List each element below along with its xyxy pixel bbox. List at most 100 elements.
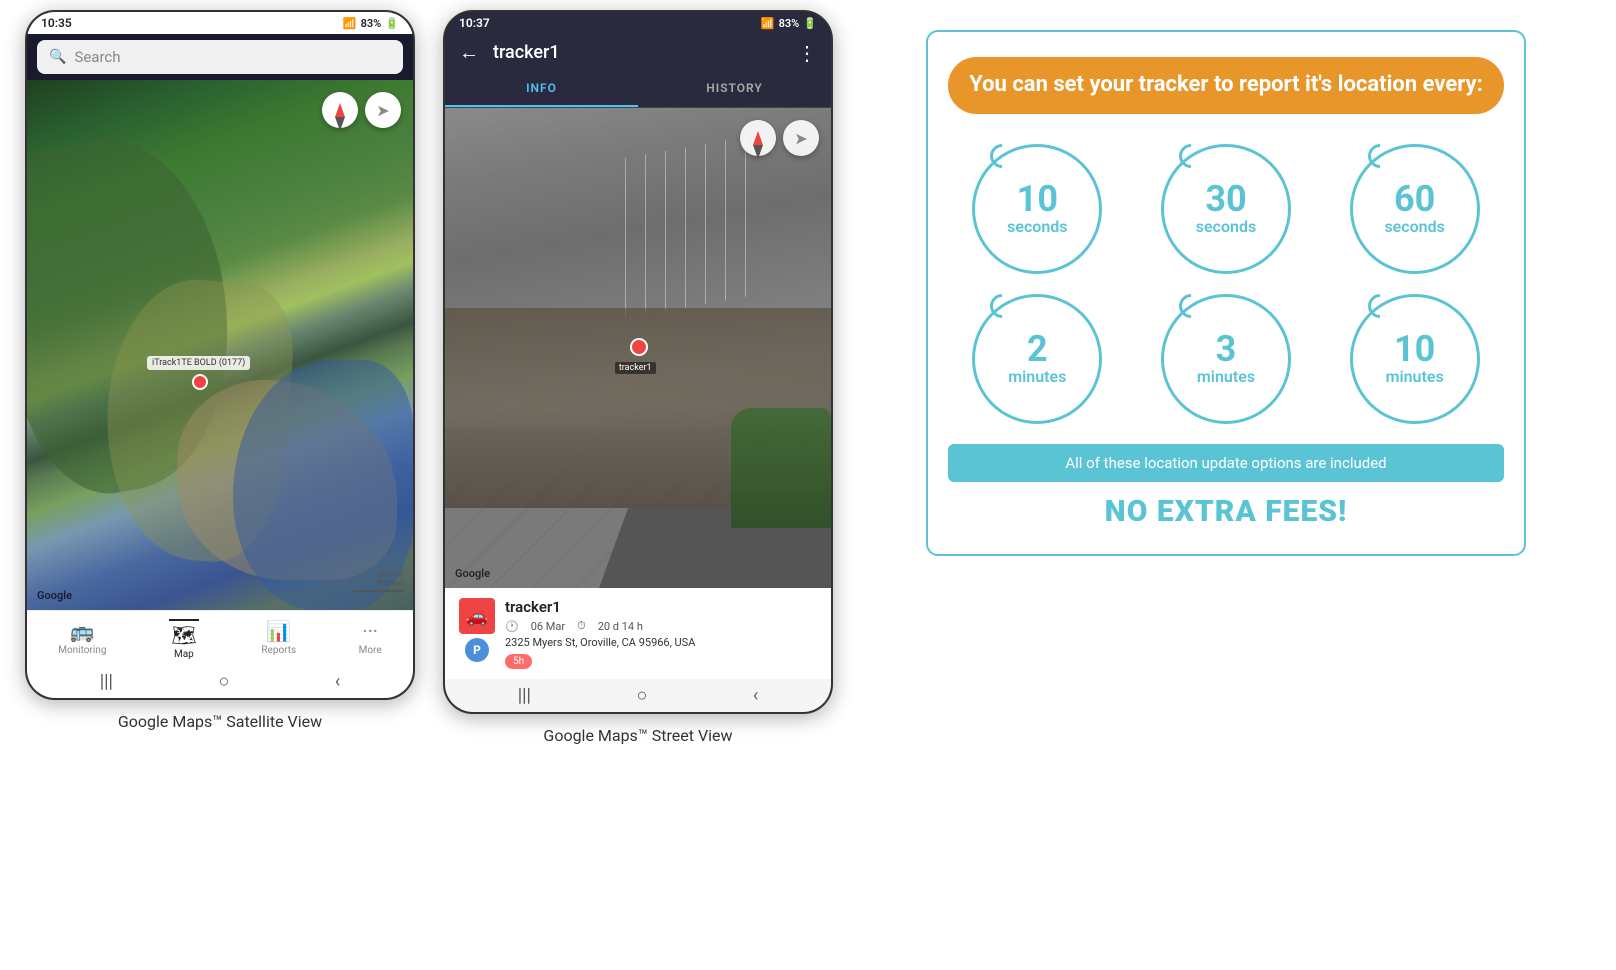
- time-badge: 5h: [505, 654, 532, 669]
- nav-reports-label: Reports: [261, 645, 296, 656]
- satellite-map: ➤ iTrack1TE BOLD (0177) Google 200 mi500…: [27, 80, 413, 610]
- interval-circle-3m: 3 minutes: [1161, 294, 1291, 424]
- tracker-address: 2325 Myers St, Oroville, CA 95966, USA: [505, 636, 817, 649]
- scale-text: 200 mi500 km: [353, 570, 403, 588]
- circle-number-3m: 3: [1216, 331, 1237, 367]
- circle-number-30s: 30: [1205, 181, 1246, 217]
- aerial-compass-arrow: [753, 131, 763, 145]
- tracker-tabs: INFO HISTORY: [445, 71, 831, 108]
- infographic-title: You can set your tracker to report it's …: [948, 57, 1504, 114]
- tracker-duration: 20 d 14 h: [598, 620, 643, 633]
- tracker-info-panel: 🚗 P tracker1 🕐 06 Mar ⏱ 20 d 14 h 2325 M…: [445, 588, 831, 679]
- aerial-location-icon: ➤: [794, 129, 807, 148]
- tracker-car-icon: 🚗: [459, 598, 495, 634]
- nav-more[interactable]: ··· More: [359, 619, 382, 660]
- aerial-tracker-label: tracker1: [615, 362, 656, 374]
- nav-monitoring-label: Monitoring: [58, 645, 106, 656]
- location-button[interactable]: ➤: [365, 92, 401, 128]
- phone1-bottom-nav: 🚌 Monitoring 🗺 Map 📊 Reports ··· More: [27, 610, 413, 665]
- back-button-3[interactable]: ‹: [753, 685, 758, 706]
- phone1-container: 10:35 📶 83% 🔋 🔍 Search: [20, 10, 420, 950]
- right-panel: You can set your tracker to report it's …: [856, 10, 1596, 950]
- interval-circles-row1: 10 seconds 30 seconds 60 seconds: [948, 144, 1504, 274]
- search-placeholder: Search: [74, 48, 120, 66]
- wifi-icon-2: 📶: [761, 17, 775, 30]
- nav-more-label: More: [359, 645, 382, 656]
- circle-number-60s: 60: [1394, 181, 1435, 217]
- nav-monitoring[interactable]: 🚌 Monitoring: [58, 619, 106, 660]
- tracker-device-name: tracker1: [505, 598, 817, 616]
- scroll-up-button[interactable]: ∧: [809, 559, 821, 578]
- google-watermark-1: Google: [37, 589, 72, 602]
- aerial-compass[interactable]: [740, 120, 776, 156]
- more-icon: ···: [362, 619, 378, 643]
- monitoring-icon: 🚌: [70, 619, 95, 643]
- phone2-caption: Google Maps™ Street View: [543, 726, 732, 745]
- tracker-date: 06 Mar: [531, 620, 565, 633]
- tracker-header: ← tracker1 ⋮: [445, 34, 831, 71]
- duration-icon: ⏱: [577, 619, 586, 633]
- tab-history[interactable]: HISTORY: [638, 71, 831, 107]
- stripe-set-1: [625, 158, 626, 318]
- battery-icon: 🔋: [385, 17, 399, 30]
- more-menu-button[interactable]: ⋮: [797, 41, 817, 65]
- phone1-battery: 83%: [361, 17, 382, 30]
- aerial-location-btn[interactable]: ➤: [783, 120, 819, 156]
- tracker-icon-area: 🚗 P: [459, 598, 495, 662]
- phone2-container: 10:37 📶 83% 🔋 ← tracker1 ⋮ INFO HIS: [438, 10, 838, 950]
- circle-unit-2m: minutes: [1008, 367, 1066, 386]
- home-button[interactable]: ○: [218, 671, 229, 692]
- circle-unit-10m: minutes: [1386, 367, 1444, 386]
- tracker-title: tracker1: [493, 42, 783, 63]
- interval-circle-10m: 10 minutes: [1350, 294, 1480, 424]
- interval-circle-2m: 2 minutes: [972, 294, 1102, 424]
- included-text: All of these location update options are…: [948, 444, 1504, 482]
- phone1-caption: Google Maps™ Satellite View: [118, 712, 322, 731]
- circle-number-10m: 10: [1394, 331, 1435, 367]
- reports-icon: 📊: [266, 619, 291, 643]
- no-extra-fees-text: NO EXTRA FEES!: [948, 494, 1504, 529]
- search-bar[interactable]: 🔍 Search: [37, 40, 403, 74]
- phone1-status-bar: 10:35 📶 83% 🔋: [27, 12, 413, 34]
- nav-map-label: Map: [174, 649, 194, 660]
- circle-number-2m: 2: [1027, 331, 1048, 367]
- phone1-map-area: ➤ iTrack1TE BOLD (0177) Google 200 mi500…: [27, 80, 413, 610]
- location-icon: ➤: [376, 101, 389, 120]
- phone2-status-icons: 📶 83% 🔋: [761, 17, 817, 30]
- phone2-status-bar: 10:37 📶 83% 🔋: [445, 12, 831, 34]
- active-line: [169, 619, 199, 621]
- recent-apps-button[interactable]: |||: [100, 671, 113, 692]
- phone2-time: 10:37: [459, 16, 490, 30]
- phone1-system-nav: ||| ○ ‹: [27, 665, 413, 698]
- back-button-2[interactable]: ←: [459, 40, 479, 65]
- home-button-2[interactable]: ○: [636, 685, 647, 706]
- back-button[interactable]: ‹: [335, 671, 340, 692]
- phone2-frame: 10:37 📶 83% 🔋 ← tracker1 ⋮ INFO HIS: [443, 10, 833, 714]
- circle-unit-10s: seconds: [1007, 217, 1067, 236]
- clock-icon: 🕐: [505, 620, 519, 633]
- tab-info[interactable]: INFO: [445, 71, 638, 107]
- recent-apps-button-2[interactable]: |||: [518, 685, 531, 706]
- compass-button[interactable]: [322, 92, 358, 128]
- nav-reports[interactable]: 📊 Reports: [261, 619, 296, 660]
- aerial-google-watermark: Google: [455, 567, 490, 580]
- phone2-aerial-map: tracker1 ➤ Google ∧: [445, 108, 831, 588]
- tracker-details: tracker1 🕐 06 Mar ⏱ 20 d 14 h 2325 Myers…: [505, 598, 817, 669]
- tracker-meta: 🕐 06 Mar ⏱ 20 d 14 h: [505, 619, 817, 633]
- nav-map[interactable]: 🗺 Map: [169, 619, 199, 660]
- scale-bar: 200 mi500 km: [353, 570, 403, 592]
- phone1-frame: 10:35 📶 83% 🔋 🔍 Search: [25, 10, 415, 700]
- parking-badge: P: [465, 638, 489, 662]
- scale-line: [353, 590, 403, 592]
- infographic: You can set your tracker to report it's …: [926, 30, 1526, 556]
- phone2-system-nav: ||| ○ ‹: [445, 679, 831, 712]
- wifi-icon: 📶: [343, 17, 357, 30]
- interval-circle-30s: 30 seconds: [1161, 144, 1291, 274]
- map-icon: 🗺: [171, 623, 196, 647]
- interval-circles-row2: 2 minutes 3 minutes 10 minutes: [948, 294, 1504, 424]
- tab-history-label: HISTORY: [706, 81, 762, 95]
- circle-number-10s: 10: [1017, 181, 1058, 217]
- vegetation-area: [731, 408, 831, 528]
- circle-unit-60s: seconds: [1384, 217, 1444, 236]
- map-marker[interactable]: [192, 374, 208, 390]
